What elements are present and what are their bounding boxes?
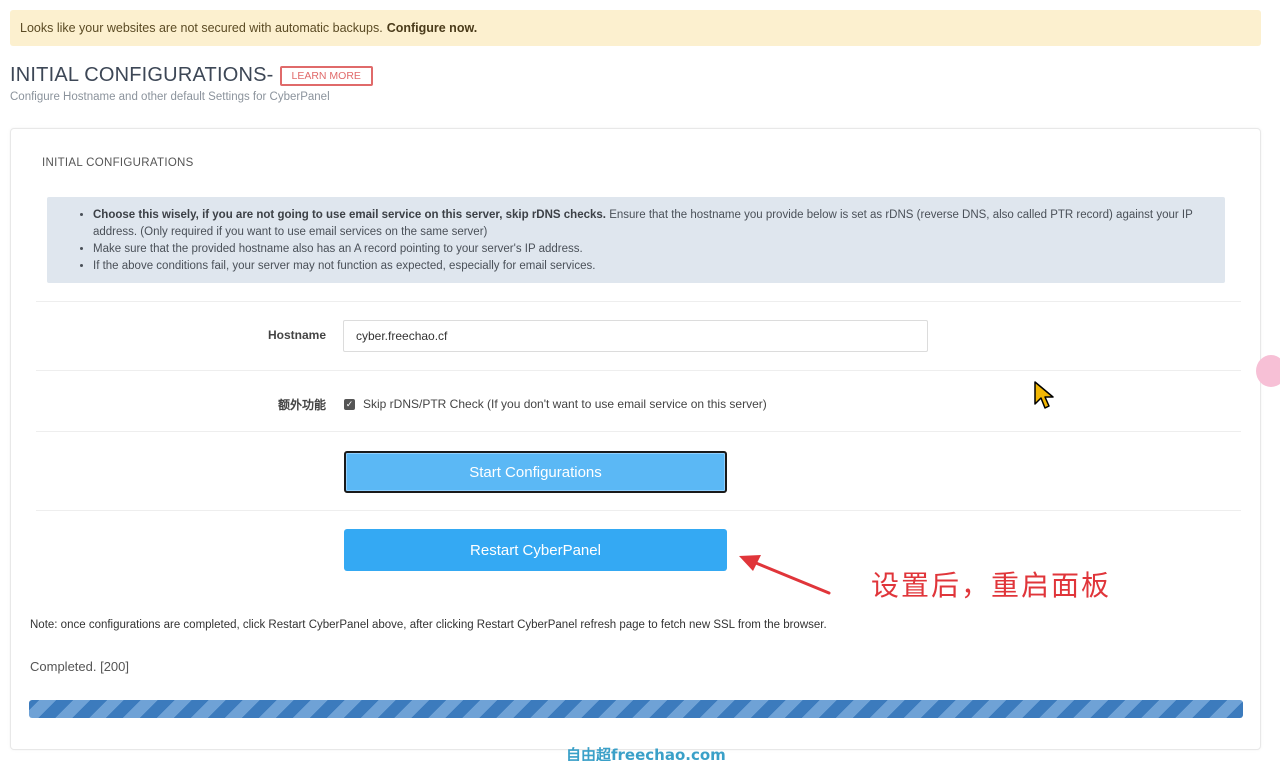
hostname-input[interactable] [343,320,928,352]
divider [36,431,1241,432]
restart-cyberpanel-button[interactable]: Restart CyberPanel [344,529,727,571]
info-item: Choose this wisely, if you are not going… [93,207,1213,241]
divider [36,510,1241,511]
start-configurations-button[interactable]: Start Configurations [344,451,727,493]
initial-config-panel: INITIAL CONFIGURATIONS Choose this wisel… [10,128,1261,750]
skip-rdns-label: Skip rDNS/PTR Check (If you don't want t… [363,397,767,411]
alert-message: Looks like your websites are not secured… [20,21,383,35]
learn-more-button[interactable]: LEARN MORE [279,65,373,86]
hostname-label: Hostname [267,328,326,342]
skip-rdns-checkbox-row[interactable]: ✓ Skip rDNS/PTR Check (If you don't want… [344,397,767,411]
page-title: INITIAL CONFIGURATIONS- [10,64,274,86]
progress-bar [29,700,1243,718]
info-item: Make sure that the provided hostname als… [93,241,1213,258]
info-item-bold: Choose this wisely, if you are not going… [93,209,606,221]
floating-side-widget[interactable] [1256,355,1280,387]
info-list: Choose this wisely, if you are not going… [93,207,1213,275]
watermark: 自由超freechao.com [566,746,726,761]
status-text: Completed. [200] [30,659,130,674]
annotation-arrow-icon [739,555,831,595]
annotation-text: 设置后，重启面板 [871,569,1112,602]
info-box: Choose this wisely, if you are not going… [47,197,1225,283]
mouse-cursor-icon [1034,381,1054,409]
note-text: Note: once configurations are completed,… [30,619,827,631]
backup-alert-bar: Looks like your websites are not secured… [10,10,1261,46]
divider [36,301,1241,302]
page-header: INITIAL CONFIGURATIONS- LEARN MORE Confi… [10,64,373,103]
page-title-row: INITIAL CONFIGURATIONS- LEARN MORE [10,64,373,87]
check-icon: ✓ [345,398,354,409]
extra-features-label: 额外功能 [277,398,326,412]
page-subtitle: Configure Hostname and other default Set… [10,91,330,103]
divider [36,370,1241,371]
skip-rdns-checkbox[interactable]: ✓ [344,398,355,410]
configure-now-link[interactable]: Configure now. [387,21,478,35]
panel-title: INITIAL CONFIGURATIONS [42,157,194,169]
info-item: If the above conditions fail, your serve… [93,258,1213,275]
